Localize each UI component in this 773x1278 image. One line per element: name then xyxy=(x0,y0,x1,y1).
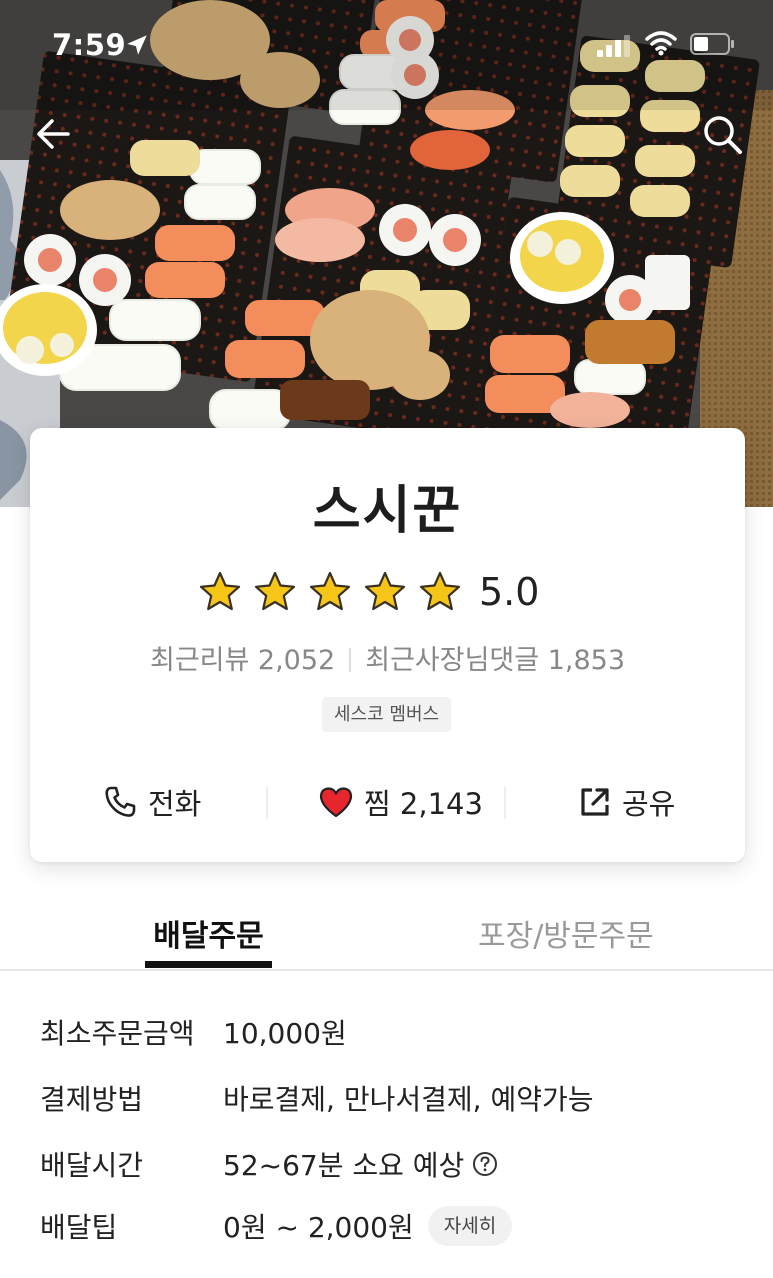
info-value-wrap: 0원 ~ 2,000원 자세히 xyxy=(223,1206,513,1246)
store-info-card: 스시꾼 5.0 최근리뷰 2,052 최근사장님댓글 1,853 세스코 멤버스 … xyxy=(30,428,745,862)
back-button[interactable] xyxy=(30,110,78,158)
status-time: 7:59 xyxy=(52,28,127,62)
store-name: 스시꾼 xyxy=(312,481,463,541)
tab-delivery[interactable]: 배달주문 xyxy=(145,911,272,955)
location-arrow-icon xyxy=(127,35,147,55)
info-value: 52~67분 소요 예상 xyxy=(223,1149,465,1182)
like-count: 찜 2,143 xyxy=(364,787,483,821)
heart-icon xyxy=(319,787,353,818)
cesco-members-badge: 세스코 멤버스 xyxy=(322,697,452,732)
star-icon xyxy=(419,571,461,611)
info-label: 배달시간 xyxy=(40,1149,144,1182)
rating-value: 5.0 xyxy=(479,570,540,614)
status-bar: 7:59 xyxy=(0,0,773,90)
share-icon xyxy=(581,788,609,816)
info-value: 10,000원 xyxy=(223,1017,347,1050)
tip-detail-button[interactable]: 자세히 xyxy=(427,1206,513,1246)
order-type-tabs: 배달주문 포장/방문주문 xyxy=(0,895,773,971)
search-button[interactable] xyxy=(698,110,748,160)
action-divider xyxy=(504,787,506,819)
star-icon xyxy=(254,571,296,611)
rating-row[interactable]: 5.0 xyxy=(198,568,539,616)
battery-icon xyxy=(690,33,734,55)
review-stats: 최근리뷰 2,052 최근사장님댓글 1,853 xyxy=(30,638,745,677)
action-divider xyxy=(266,787,268,819)
info-value: 바로결제, 만나서결제, 예약가능 xyxy=(223,1083,594,1116)
search-icon xyxy=(704,116,742,154)
info-value-wrap: 52~67분 소요 예상 xyxy=(223,1144,498,1184)
info-label: 배달팁 xyxy=(40,1211,118,1244)
call-label: 전화 xyxy=(148,787,202,821)
wifi-icon xyxy=(645,31,677,56)
tab-pickup[interactable]: 포장/방문주문 xyxy=(478,911,654,955)
star-icon xyxy=(364,571,406,611)
call-button[interactable]: 전화 xyxy=(102,773,201,831)
star-icon xyxy=(309,571,351,611)
action-bar: 전화 찜 2,143 공유 xyxy=(30,773,745,831)
divider xyxy=(349,648,352,672)
share-button[interactable]: 공유 xyxy=(578,773,675,831)
active-tab-indicator xyxy=(145,961,272,968)
phone-icon xyxy=(105,786,136,817)
star-icon xyxy=(199,571,241,611)
arrow-left-icon xyxy=(37,119,70,149)
info-label: 최소주문금액 xyxy=(40,1017,195,1050)
info-value: 0원 ~ 2,000원 xyxy=(223,1211,414,1244)
like-button[interactable]: 찜 2,143 xyxy=(318,773,483,831)
info-label: 결제방법 xyxy=(40,1083,144,1116)
owner-replies-link[interactable]: 최근사장님댓글 1,853 xyxy=(365,645,625,676)
recent-reviews-link[interactable]: 최근리뷰 2,052 xyxy=(150,645,335,676)
share-label: 공유 xyxy=(622,787,676,821)
cellular-signal-icon xyxy=(597,35,630,57)
help-icon[interactable] xyxy=(472,1151,498,1177)
